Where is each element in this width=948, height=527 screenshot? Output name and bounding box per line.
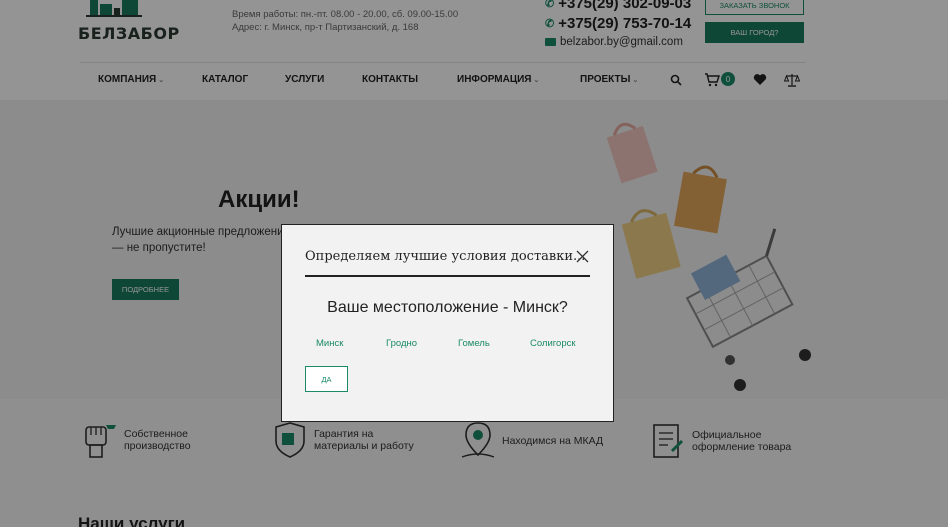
city-option-grodno[interactable]: Гродно <box>386 338 417 349</box>
confirm-yes-button[interactable]: ДА <box>305 366 348 392</box>
location-modal: Определяем лучшие условия доставки... Ва… <box>281 224 614 422</box>
modal-divider <box>305 275 590 277</box>
city-option-minsk[interactable]: Минск <box>316 338 343 349</box>
close-icon[interactable] <box>576 250 589 263</box>
city-option-soligorsk[interactable]: Солигорск <box>530 338 576 349</box>
location-question: Ваше местоположение - Минск? <box>327 299 568 316</box>
city-option-gomel[interactable]: Гомель <box>458 338 490 349</box>
modal-title: Определяем лучшие условия доставки... <box>305 249 586 264</box>
